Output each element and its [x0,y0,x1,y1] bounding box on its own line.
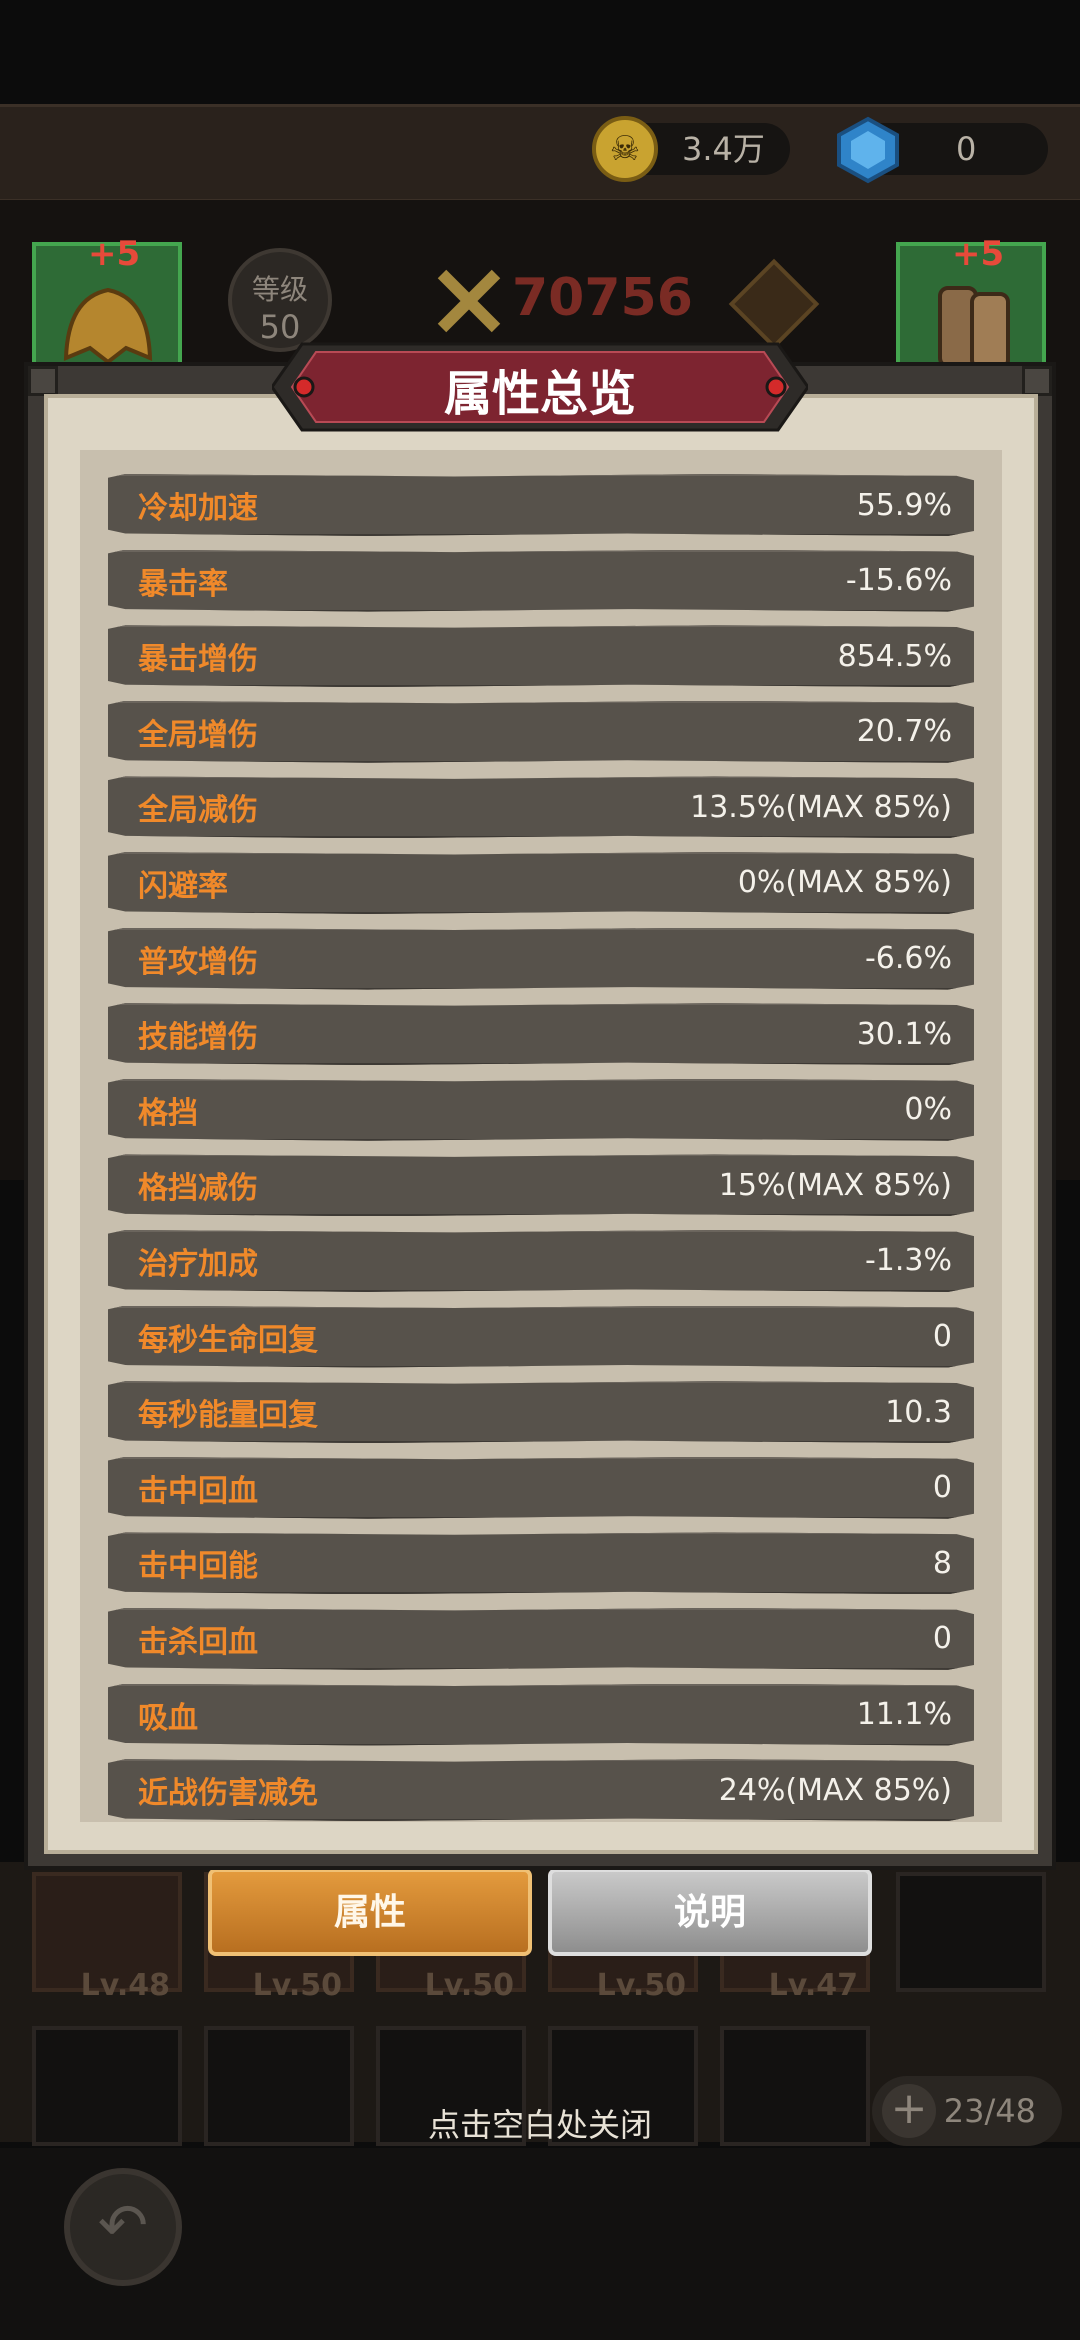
stat-value: 13.5%(MAX 85%) [690,789,952,825]
stat-value: 11.1% [856,1697,952,1732]
stat-value: 0% [904,1092,952,1128]
stat-label: 击中回血 [138,1473,258,1509]
modal-title: 属性总览 [443,366,636,422]
slot-level: Lv.48 [80,1968,170,2003]
stat-label: 格挡 [138,1095,198,1131]
stat-label: 冷却加速 [138,491,258,526]
stat-label: 全局增伤 [138,717,258,753]
stat-label: 闪避率 [138,868,228,904]
stat-row: 暴击率 -15.6% [108,549,974,612]
stat-row: 冷却加速 55.9% [108,474,974,536]
stat-row: 吸血 11.1% [108,1683,974,1746]
stat-row: 暴击增伤 854.5% [108,625,974,688]
back-arrow-icon: ↶ [97,2191,149,2261]
crossed-swords-icon [437,269,501,333]
stat-row: 技能增伤 30.1% [108,1003,974,1066]
stat-row: 全局增伤 20.7% [108,700,974,763]
frame-corner [28,366,58,396]
stat-row: 全局减伤 13.5%(MAX 85%) [108,776,974,839]
stat-row: 闪避率 0%(MAX 85%) [108,851,974,914]
stat-label: 击中回能 [138,1549,258,1585]
stat-value: 30.1% [856,1016,952,1052]
stat-row: 击中回血 0 [108,1456,974,1519]
back-button[interactable]: ↶ [64,2168,182,2286]
stat-label: 格挡减伤 [138,1171,258,1207]
stat-value: 0 [932,1319,952,1355]
stat-row: 每秒生命回复 0 [108,1305,974,1368]
inventory-slot[interactable]: Lv.48 [32,1872,182,2003]
stat-row: 每秒能量回复 10.3 [108,1381,974,1444]
stat-value: 15%(MAX 85%) [718,1167,952,1203]
stat-label: 普攻增伤 [138,944,258,980]
close-hint[interactable]: 点击空白处关闭 [0,2100,1080,2146]
stat-value: 8 [932,1545,952,1581]
stat-value: -6.6% [864,941,952,977]
blue-gem-icon [837,116,899,184]
stat-value: 10.3 [885,1394,952,1430]
gauntlet-bonus: +5 [952,234,1005,274]
stat-label: 每秒能量回复 [138,1398,318,1434]
level-label: 等级 [251,273,308,306]
stat-value: 55.9% [856,487,952,523]
coin-amount: 3.4万 [682,130,765,168]
stat-row: 击杀回血 0 [108,1607,974,1670]
skull-coin-icon: ☠ [592,116,658,182]
stats-list: 冷却加速 55.9% 暴击率 -15.6% 暴击增伤 854.5% 全局增伤 20.7%… [108,474,974,1835]
frame-corner [1022,366,1052,396]
stat-label: 近战伤害减免 [138,1776,318,1812]
stat-value: 0 [932,1470,952,1506]
stat-value: -15.6% [845,563,952,599]
stat-value: 854.5% [837,638,952,674]
combat-power: 70756 [512,268,693,328]
stat-value: 24%(MAX 85%) [718,1772,952,1808]
stat-row: 普攻增伤 -6.6% [108,927,974,990]
stat-label: 治疗加成 [138,1246,258,1282]
stat-value: 0 [932,1621,952,1657]
stat-row: 治疗加成 -1.3% [108,1229,974,1292]
stat-row: 近战伤害减免 24%(MAX 85%) [108,1759,974,1822]
stat-row: 击中回能 8 [108,1532,974,1595]
stat-label: 暴击增伤 [138,642,258,678]
slot-level: Lv.50 [424,1968,514,2003]
stat-label: 吸血 [138,1700,198,1736]
helmet-bonus: +5 [88,234,141,274]
stat-value: -1.3% [864,1243,952,1279]
gem-amount: 0 [956,130,977,168]
stat-label: 全局减伤 [138,793,258,829]
inventory-slot-empty[interactable] [896,1872,1046,1992]
slot-level: Lv.47 [768,1968,858,2003]
stat-label: 暴击率 [138,566,228,602]
tab-attributes[interactable]: 属性 [208,1868,532,1956]
slot-level: Lv.50 [596,1968,686,2003]
stat-row: 格挡减伤 15%(MAX 85%) [108,1154,974,1217]
hero-level-badge: 等级 50 [228,248,332,352]
stat-row: 格挡 0% [108,1078,974,1141]
tab-description[interactable]: 说明 [548,1868,872,1956]
stat-label: 每秒生命回复 [138,1322,318,1358]
stat-label: 击杀回血 [138,1624,258,1660]
stat-value: 0%(MAX 85%) [737,865,952,901]
stat-value: 20.7% [856,714,952,750]
stat-label: 技能增伤 [138,1020,258,1056]
slot-level: Lv.50 [252,1968,342,2003]
